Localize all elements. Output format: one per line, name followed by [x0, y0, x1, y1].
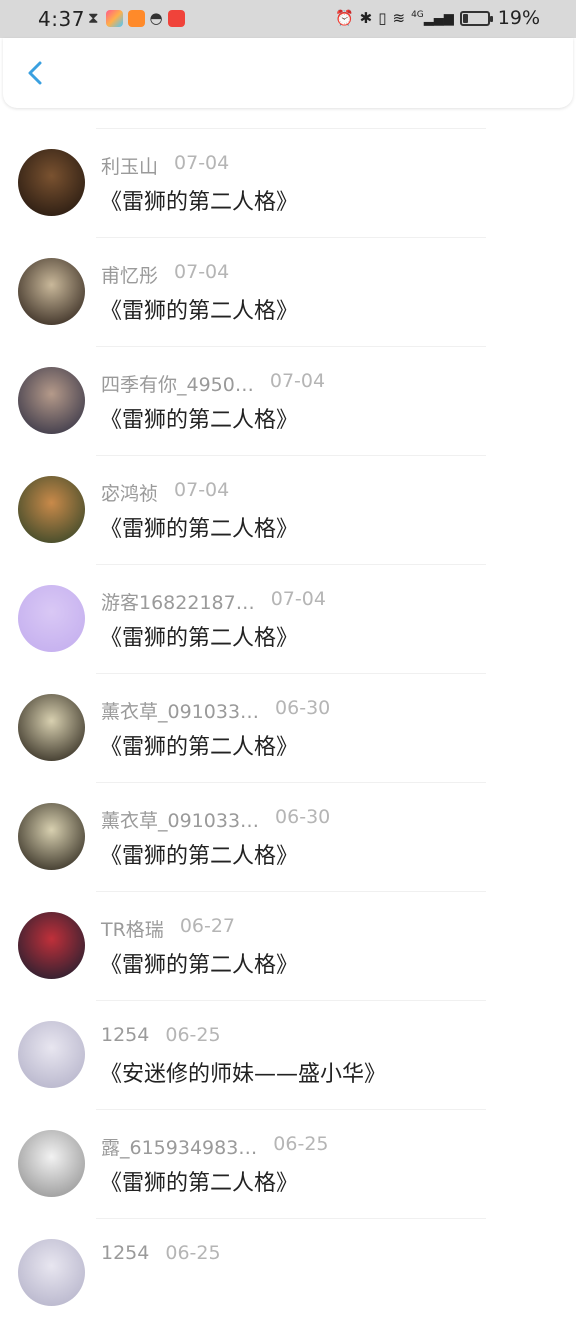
app-notification-icon	[105, 9, 123, 27]
item-date: 06-25	[165, 1024, 221, 1046]
item-date: 06-25	[165, 1242, 221, 1264]
list-item[interactable]: 1254 06-25 《安迷修的师妹——盛小华》	[0, 1000, 576, 1109]
avatar[interactable]	[18, 1239, 85, 1306]
item-meta: 游客16822187… 07-04	[101, 588, 326, 615]
bluetooth-icon: ✱	[359, 9, 373, 27]
avatar[interactable]	[18, 258, 85, 325]
user-name: 利玉山	[101, 156, 159, 178]
user-name: TR格瑞	[101, 919, 164, 941]
user-name: 甫忆彤	[101, 265, 159, 287]
avatar[interactable]	[18, 1130, 85, 1197]
item-meta: 甫忆彤 07-04	[101, 261, 229, 288]
qq-icon: ◓	[149, 9, 163, 27]
chevron-left-icon[interactable]	[21, 58, 51, 88]
top-bar	[3, 38, 573, 108]
system-icons: ⏰ ✱ ▯ ≋ 4G▂▄▆ 19%	[335, 7, 540, 29]
list-item[interactable]: 四季有你_4950… 07-04 《雷狮的第二人格》	[0, 346, 576, 455]
item-date: 07-04	[269, 370, 326, 392]
avatar[interactable]	[18, 149, 85, 216]
story-title: 《雷狮的第二人格》	[100, 1171, 299, 1196]
list-item[interactable]: TR格瑞 06-27 《雷狮的第二人格》	[0, 891, 576, 1000]
battery-icon	[459, 10, 493, 26]
item-meta: 1254 06-25	[101, 1024, 221, 1046]
story-title: 《雷狮的第二人格》	[100, 626, 299, 651]
notification-icons: ⧗ ◓	[88, 9, 185, 27]
story-title: 《雷狮的第二人格》	[100, 299, 299, 324]
user-name: 宓鸿祯	[101, 483, 159, 505]
list-item[interactable]: 露_615934983… 06-25 《雷狮的第二人格》	[0, 1109, 576, 1218]
avatar[interactable]	[18, 694, 85, 761]
user-name: 1254	[101, 1024, 150, 1046]
alarm-icon: ⏰	[334, 9, 354, 27]
item-date: 07-04	[174, 261, 230, 283]
story-title: 《雷狮的第二人格》	[100, 735, 299, 760]
user-name: 薰衣草_091033…	[101, 810, 260, 832]
status-time: 4:37	[38, 7, 85, 31]
battery-percent: 19%	[497, 7, 540, 29]
list-item[interactable]: 利玉山 07-04 《雷狮的第二人格》	[0, 128, 576, 237]
story-title: 《雷狮的第二人格》	[100, 517, 299, 542]
list-item[interactable]: 薰衣草_091033… 06-30 《雷狮的第二人格》	[0, 673, 576, 782]
avatar[interactable]	[18, 1021, 85, 1088]
avatar[interactable]	[18, 476, 85, 543]
avatar[interactable]	[18, 367, 85, 434]
avatar[interactable]	[18, 912, 85, 979]
item-date: 07-04	[174, 479, 230, 501]
item-date: 07-04	[270, 588, 326, 610]
hourglass-icon: ⧗	[88, 9, 99, 27]
item-meta: 露_615934983… 06-25	[101, 1133, 329, 1160]
story-title: 《雷狮的第二人格》	[100, 408, 299, 433]
item-date: 06-25	[273, 1133, 329, 1155]
item-date: 06-27	[179, 915, 236, 937]
list-item[interactable]: 甫忆彤 07-04 《雷狮的第二人格》	[0, 237, 576, 346]
status-bar: 4:37 ⧗ ◓ ⏰ ✱ ▯ ≋ 4G▂▄▆ 19%	[0, 0, 576, 38]
user-name: 1254	[101, 1242, 150, 1264]
item-meta: 四季有你_4950… 07-04	[101, 370, 325, 397]
list-item[interactable]: 薰衣草_091033… 06-30 《雷狮的第二人格》	[0, 782, 576, 891]
list-item[interactable]: 游客16822187… 07-04 《雷狮的第二人格》	[0, 564, 576, 673]
item-date: 07-04	[174, 152, 230, 174]
avatar[interactable]	[18, 585, 85, 652]
list-item[interactable]: 宓鸿祯 07-04 《雷狮的第二人格》	[0, 455, 576, 564]
user-name: 薰衣草_091033…	[101, 701, 260, 723]
wifi-icon: ≋	[392, 9, 406, 27]
list-item[interactable]: 1254 06-25	[0, 1218, 576, 1327]
story-title: 《雷狮的第二人格》	[100, 190, 299, 215]
user-name: 游客16822187…	[101, 592, 255, 614]
avatar[interactable]	[18, 803, 85, 870]
item-meta: 宓鸿祯 07-04	[101, 479, 229, 506]
red-app-icon	[167, 9, 185, 27]
item-meta: 利玉山 07-04	[101, 152, 229, 179]
video-app-icon	[127, 9, 145, 27]
story-title: 《雷狮的第二人格》	[100, 953, 299, 978]
item-meta: TR格瑞 06-27	[101, 915, 235, 942]
item-meta: 薰衣草_091033… 06-30	[101, 697, 330, 724]
item-meta: 1254 06-25	[101, 1242, 221, 1264]
item-meta: 薰衣草_091033… 06-30	[101, 806, 330, 833]
user-name: 四季有你_4950…	[101, 374, 254, 396]
story-title: 《安迷修的师妹——盛小华》	[100, 1062, 387, 1087]
item-date: 06-30	[275, 806, 331, 828]
story-title: 《雷狮的第二人格》	[100, 844, 299, 869]
user-name: 露_615934983…	[101, 1137, 258, 1159]
signal-icon: 4G▂▄▆	[411, 9, 454, 27]
vibrate-icon: ▯	[378, 9, 387, 27]
item-date: 06-30	[275, 697, 331, 719]
